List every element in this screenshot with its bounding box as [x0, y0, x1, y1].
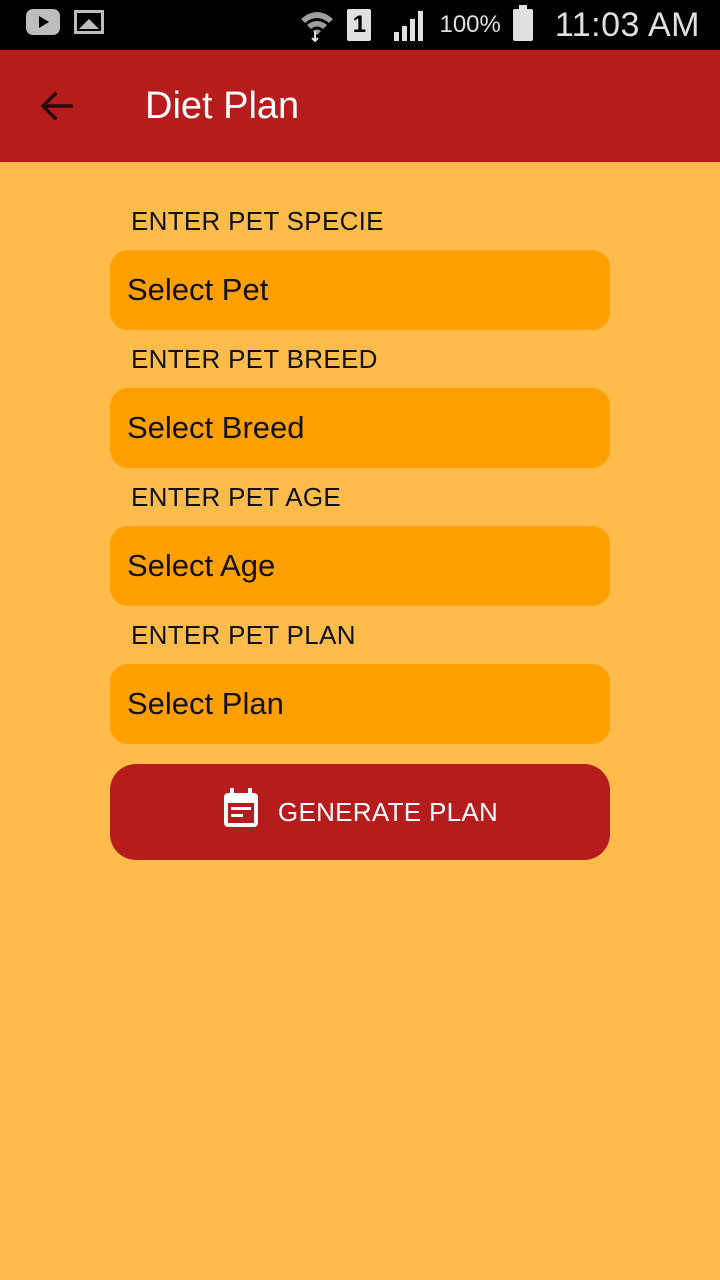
plan-label: ENTER PET PLAN — [131, 620, 356, 650]
specie-label: ENTER PET SPECIE — [131, 206, 384, 236]
battery-percentage: 100% — [439, 11, 501, 38]
generate-plan-button[interactable]: GENERATE PLAN — [110, 764, 610, 860]
status-bar: 1 100% 11:03 AM — [0, 0, 720, 50]
battery-icon — [512, 5, 533, 41]
age-label: ENTER PET AGE — [131, 482, 342, 512]
back-button[interactable] — [28, 78, 84, 134]
youtube-icon — [26, 9, 60, 35]
pet-breed-select[interactable]: Select Breed — [110, 388, 610, 468]
pet-age-select[interactable]: Select Age — [110, 526, 610, 606]
sim-1-icon: 1 — [347, 9, 372, 41]
wifi-icon — [301, 12, 334, 43]
pet-specie-select[interactable]: Select Pet — [110, 250, 610, 330]
page-title: Diet Plan — [145, 85, 300, 127]
app-bar: Diet Plan — [0, 50, 720, 162]
generate-plan-label: GENERATE PLAN — [277, 796, 499, 827]
calendar-icon — [223, 788, 258, 827]
arrow-back-icon — [40, 91, 73, 121]
gallery-icon — [74, 10, 104, 34]
signal-icon — [394, 11, 424, 41]
breed-label: ENTER PET BREED — [131, 344, 378, 374]
clock: 11:03 AM — [554, 5, 700, 44]
pet-plan-select[interactable]: Select Plan — [110, 664, 610, 744]
